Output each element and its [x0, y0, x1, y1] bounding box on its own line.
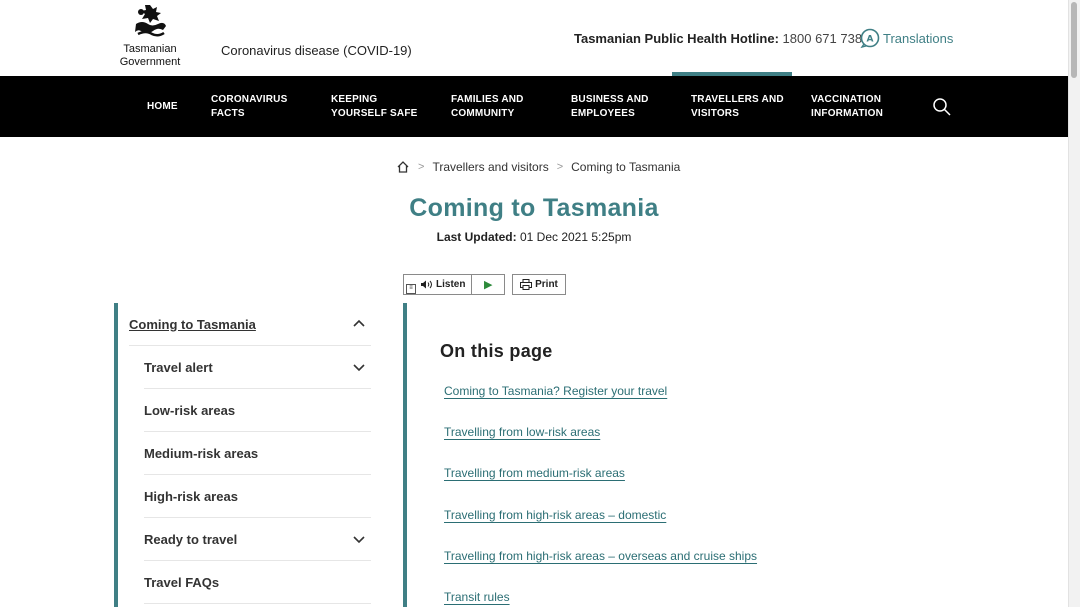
- print-button[interactable]: Print: [512, 274, 566, 295]
- sidebar-item-medium-risk-areas[interactable]: Medium-risk areas: [144, 432, 371, 475]
- tasmanian-government-logo[interactable]: Tasmanian Government: [113, 2, 187, 68]
- nav-item-label-line1: KEEPING: [331, 94, 378, 105]
- sidebar-item-coming-to-tasmania[interactable]: Coming to Tasmania: [129, 303, 371, 346]
- anchor-link-register-travel[interactable]: Coming to Tasmania? Register your travel: [444, 384, 667, 398]
- anchor-link-high-risk-domestic[interactable]: Travelling from high-risk areas – domest…: [444, 508, 666, 522]
- nav-item-coronavirus-facts[interactable]: CORONAVIRUS FACTS: [211, 93, 287, 121]
- translations-link[interactable]: A Translations: [859, 27, 953, 49]
- anchor-link-high-risk-overseas[interactable]: Travelling from high-risk areas – overse…: [444, 549, 757, 563]
- main-navigation: HOME CORONAVIRUS FACTS KEEPING YOURSELF …: [0, 76, 1068, 137]
- last-updated-label: Last Updated:: [436, 230, 517, 244]
- listen-menu-icon[interactable]: ≡: [406, 283, 416, 294]
- hotline-label: Tasmanian Public Health Hotline:: [574, 31, 779, 46]
- nav-item-label: HOME: [147, 101, 178, 112]
- nav-item-business-and-employees[interactable]: BUSINESS AND EMPLOYEES: [571, 93, 649, 121]
- chevron-down-icon[interactable]: [351, 359, 367, 375]
- nav-item-travellers-and-visitors[interactable]: TRAVELLERS AND VISITORS: [691, 93, 784, 121]
- nav-item-label-line1: VACCINATION: [811, 94, 882, 105]
- site-subtitle: Coronavirus disease (COVID-19): [221, 43, 412, 58]
- last-updated-value: 01 Dec 2021 5:25pm: [519, 230, 632, 244]
- sidebar-item-label: Low-risk areas: [144, 402, 236, 418]
- nav-item-label-line2: EMPLOYEES: [571, 108, 636, 119]
- breadcrumb-separator-icon: >: [418, 161, 425, 173]
- play-button[interactable]: ▶: [472, 278, 504, 291]
- nav-item-home[interactable]: HOME: [147, 100, 178, 114]
- anchor-link-transit-rules[interactable]: Transit rules: [444, 590, 510, 604]
- sidebar-item-label: Medium-risk areas: [144, 445, 259, 461]
- sidebar-item-low-risk-areas[interactable]: Low-risk areas: [144, 389, 371, 432]
- site-header: Tasmanian Government Coronavirus disease…: [0, 0, 1068, 76]
- main-content: On this page Coming to Tasmania? Registe…: [403, 303, 1023, 607]
- breadcrumb-current: Coming to Tasmania: [571, 160, 681, 174]
- nav-item-label-line2: YOURSELF SAFE: [331, 108, 418, 119]
- home-icon[interactable]: [396, 160, 410, 174]
- nav-item-label-line1: TRAVELLERS AND: [691, 94, 784, 105]
- anchor-link-medium-risk[interactable]: Travelling from medium-risk areas: [444, 466, 625, 480]
- sidebar-item-label: Travel FAQs: [144, 574, 220, 590]
- play-icon: ▶: [483, 279, 493, 291]
- nav-item-label-line1: CORONAVIRUS: [211, 94, 288, 105]
- logo-text-line2: Government: [119, 56, 181, 68]
- hotline-number[interactable]: 1800 671 738: [783, 31, 863, 46]
- sidebar-item-label: Coming to Tasmania: [129, 316, 256, 332]
- sidebar-item-label: Ready to travel: [144, 531, 238, 547]
- sidebar-item-travel-faqs[interactable]: Travel FAQs: [144, 561, 371, 604]
- page-title: Coming to Tasmania: [409, 194, 659, 222]
- nav-item-label-line2: COMMUNITY: [451, 108, 515, 119]
- nav-item-keeping-yourself-safe[interactable]: KEEPING YOURSELF SAFE: [331, 93, 418, 121]
- sidebar-item-label: Travel alert: [144, 359, 213, 375]
- print-label: Print: [535, 279, 558, 290]
- listen-widget: ≡ Listen ▶: [403, 274, 505, 295]
- nav-item-label-line1: FAMILIES AND: [451, 94, 524, 105]
- nav-item-label-line2: INFORMATION: [811, 108, 884, 119]
- sidebar-item-label: High-risk areas: [144, 488, 238, 504]
- scrollbar-thumb[interactable]: [1071, 2, 1077, 78]
- anchor-link-low-risk[interactable]: Travelling from low-risk areas: [444, 425, 600, 439]
- sidebar-item-high-risk-areas[interactable]: High-risk areas: [144, 475, 371, 518]
- breadcrumb-separator-icon: >: [556, 161, 564, 173]
- hotline: Tasmanian Public Health Hotline: 1800 67…: [574, 31, 862, 46]
- listen-label: Listen: [436, 279, 466, 290]
- last-updated: Last Updated: 01 Dec 2021 5:25pm: [0, 230, 1068, 244]
- sidebar-item-ready-to-travel[interactable]: Ready to travel: [144, 518, 371, 561]
- page-scrollbar[interactable]: [1068, 0, 1080, 607]
- breadcrumb: > Travellers and visitors > Coming to Ta…: [396, 160, 680, 174]
- breadcrumb-link-travellers[interactable]: Travellers and visitors: [432, 160, 548, 174]
- nav-item-label-line2: FACTS: [211, 108, 245, 119]
- chevron-up-icon[interactable]: [351, 316, 367, 332]
- nav-item-label-line2: VISITORS: [691, 108, 740, 119]
- nav-item-families-and-community[interactable]: FAMILIES AND COMMUNITY: [451, 93, 524, 121]
- speaker-icon: [421, 280, 432, 289]
- search-button[interactable]: [932, 97, 952, 122]
- nav-item-label-line1: BUSINESS AND: [571, 94, 649, 105]
- nav-item-vaccination-information[interactable]: VACCINATION INFORMATION: [811, 93, 883, 121]
- tasmanian-devil-crest-icon: [135, 5, 166, 37]
- section-sidebar: Coming to Tasmania Travel alert Low-risk…: [114, 303, 371, 607]
- svg-text:A: A: [867, 35, 874, 45]
- printer-icon: [520, 279, 533, 290]
- translate-icon: A: [860, 28, 880, 49]
- sidebar-item-travel-alert[interactable]: Travel alert: [144, 346, 371, 389]
- logo-text-line1: Tasmanian: [123, 43, 177, 55]
- on-this-page-heading: On this page: [440, 341, 553, 361]
- search-icon: [933, 98, 951, 116]
- listen-button[interactable]: Listen: [418, 275, 473, 294]
- chevron-down-icon[interactable]: [351, 531, 367, 547]
- translations-label: Translations: [883, 30, 954, 46]
